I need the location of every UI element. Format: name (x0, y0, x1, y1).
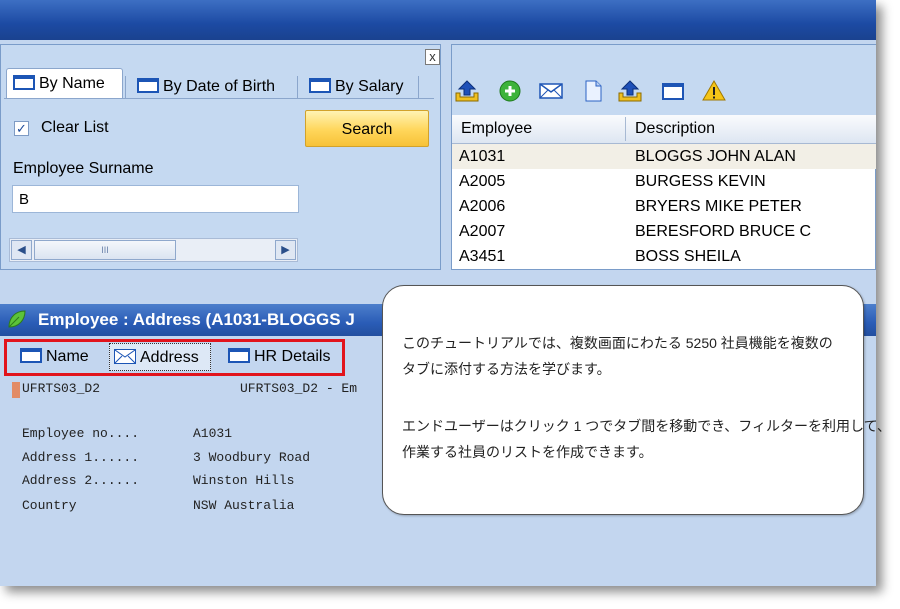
employee-description: BRYERS MIKE PETER (635, 198, 802, 215)
scroll-left-button[interactable]: ◀ (11, 240, 32, 260)
detail-panel-title: Employee : Address (A1031-BLOGGS J (38, 310, 355, 329)
clear-list-checkbox[interactable]: ✓ (14, 121, 29, 136)
employee-surname-input[interactable] (12, 185, 299, 213)
tab-label: By Date of Birth (163, 78, 276, 95)
mail-icon[interactable] (538, 79, 564, 103)
window-icon (13, 75, 35, 90)
callout-text: エンドユーザーはクリック 1 つでタブ間を移動でき、フィルターを利用して、 (402, 418, 891, 434)
employee-id: A3451 (459, 248, 506, 265)
field-value: Winston Hills (193, 473, 295, 488)
close-button[interactable]: x (425, 49, 440, 65)
search-button[interactable]: Search (305, 110, 429, 147)
tab-separator (297, 76, 298, 98)
employee-description: BURGESS KEVIN (635, 173, 766, 190)
title-bar (0, 0, 876, 40)
table-row[interactable]: A2007 BERESFORD BRUCE C (452, 219, 876, 244)
employee-surname-label: Employee Surname (13, 160, 154, 177)
upload-icon[interactable] (454, 79, 480, 103)
screen-id: UFRTS03_D2 (22, 381, 101, 396)
field-value: A1031 (193, 426, 233, 441)
warning-icon[interactable] (701, 79, 727, 103)
highlight-box (4, 339, 345, 376)
tab-separator (125, 76, 126, 98)
column-divider (625, 117, 626, 141)
window-icon[interactable] (660, 79, 686, 103)
screen-title: UFRTS03_D2 - Em (240, 381, 358, 396)
column-header-description[interactable]: Description (635, 115, 715, 143)
callout-text: 作業する社員のリストを作成できます。 (402, 444, 653, 460)
table-row[interactable]: A2005 BURGESS KEVIN (452, 169, 876, 194)
table-row[interactable]: A3451 BOSS SHEILA (452, 244, 876, 269)
document-icon[interactable] (580, 79, 606, 103)
employee-description: BLOGGS JOHN ALAN (635, 148, 796, 165)
window-icon (309, 78, 331, 93)
field-value: 3 Woodbury Road (193, 450, 311, 465)
column-header-employee[interactable]: Employee (461, 115, 532, 143)
cursor-marker (12, 382, 20, 398)
scroll-thumb[interactable]: III (34, 240, 176, 260)
callout-box (382, 285, 864, 515)
callout-text: このチュートリアルでは、複数画面にわたる 5250 社員機能を複数の (402, 335, 833, 351)
table-row[interactable]: A2006 BRYERS MIKE PETER (452, 194, 876, 219)
field-label: Address 2...... (22, 473, 140, 488)
employee-id: A2005 (459, 173, 506, 190)
employee-id: A2007 (459, 223, 506, 240)
window-icon (137, 78, 159, 93)
tab-by-salary[interactable]: By Salary (303, 72, 417, 102)
field-label: Country (22, 498, 77, 513)
clear-list-label: Clear List (41, 119, 109, 136)
table-row[interactable]: A1031 BLOGGS JOHN ALAN (452, 144, 876, 169)
tab-label: By Name (39, 75, 105, 92)
tab-label: By Salary (335, 78, 404, 95)
scroll-right-button[interactable]: ▶ (275, 240, 296, 260)
add-icon[interactable] (497, 79, 523, 103)
tab-by-name[interactable]: By Name (6, 68, 123, 98)
tab-by-date-of-birth[interactable]: By Date of Birth (131, 72, 291, 102)
field-label: Employee no.... (22, 426, 140, 441)
upload-icon[interactable] (617, 79, 643, 103)
employee-id: A2006 (459, 198, 506, 215)
field-value: NSW Australia (193, 498, 295, 513)
field-label: Address 1...... (22, 450, 140, 465)
employee-description: BOSS SHEILA (635, 248, 741, 265)
list-column-headers: Employee Description (452, 115, 876, 144)
employee-description: BERESFORD BRUCE C (635, 223, 812, 240)
employee-id: A1031 (459, 148, 506, 165)
tab-separator (418, 76, 419, 98)
horizontal-scrollbar[interactable]: ◀ III ▶ (9, 238, 298, 262)
callout-text: タブに添付する方法を学びます。 (402, 361, 611, 377)
leaf-icon (6, 308, 28, 330)
